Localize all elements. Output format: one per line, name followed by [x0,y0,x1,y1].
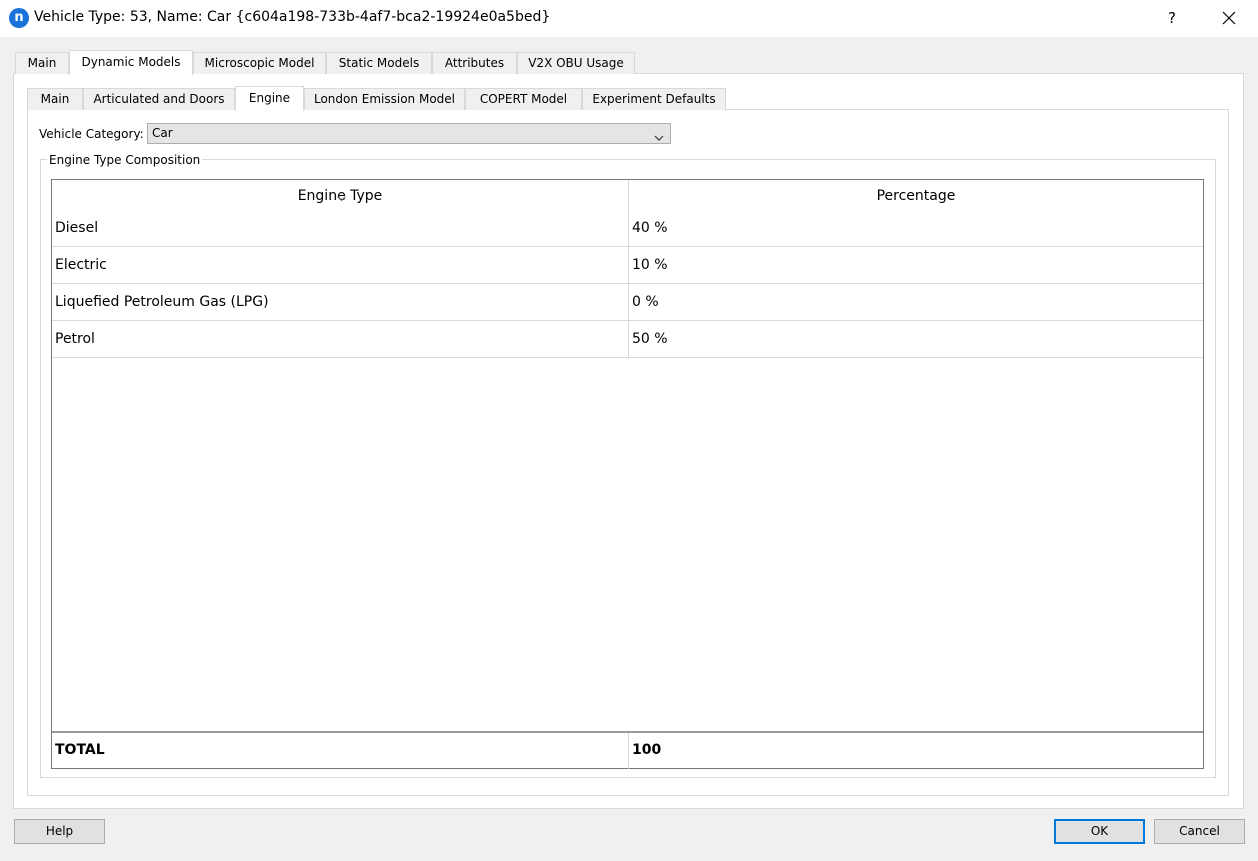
total-row: TOTAL 100 [52,731,1203,769]
column-header-engine-type[interactable]: Engine Type [52,180,628,214]
close-icon[interactable] [1216,7,1242,29]
total-value: 100 [628,733,1203,769]
engine-type-cell: Electric [55,257,107,273]
tab-engine[interactable]: Engine [235,86,304,111]
engine-type-cell: Liquefied Petroleum Gas (LPG) [55,294,269,310]
chevron-down-icon [654,129,664,148]
vehicle-category-label: Vehicle Category: [39,127,144,141]
vehicle-category-select[interactable]: Car [147,123,671,144]
tab-main[interactable]: Main [15,52,69,74]
percentage-cell[interactable]: 50 % [628,321,1203,357]
sort-indicator-icon [337,181,346,213]
percentage-cell[interactable]: 40 % [628,210,1203,246]
cancel-button[interactable]: Cancel [1154,819,1245,844]
engine-type-table: Engine Type Percentage Diesel 40 % Elect… [51,179,1204,769]
tab-attributes[interactable]: Attributes [432,52,517,74]
vehicle-category-value: Car [152,126,173,140]
group-title: Engine Type Composition [47,153,203,167]
table-row[interactable]: Diesel 40 % [52,210,1203,247]
engine-type-cell: Diesel [55,220,99,236]
percentage-cell[interactable]: 0 % [628,284,1203,320]
help-button[interactable]: Help [14,819,105,844]
tab-inner-main[interactable]: Main [27,88,83,110]
tab-articulated-and-doors[interactable]: Articulated and Doors [83,88,235,110]
column-header-percentage[interactable]: Percentage [629,180,1203,214]
tab-dynamic-models[interactable]: Dynamic Models [69,50,193,75]
engine-type-cell: Petrol [55,331,95,347]
ok-button[interactable]: OK [1054,819,1145,844]
tab-static-models[interactable]: Static Models [326,52,432,74]
tab-copert-model[interactable]: COPERT Model [465,88,582,110]
tab-experiment-defaults[interactable]: Experiment Defaults [582,88,726,110]
tab-microscopic-model[interactable]: Microscopic Model [193,52,326,74]
window-title: Vehicle Type: 53, Name: Car {c604a198-73… [34,9,551,25]
column-header-label: Percentage [876,188,956,204]
table-row[interactable]: Liquefied Petroleum Gas (LPG) 0 % [52,284,1203,321]
percentage-cell[interactable]: 10 % [628,247,1203,283]
title-bar: n Vehicle Type: 53, Name: Car {c604a198-… [0,0,1258,37]
tab-london-emission-model[interactable]: London Emission Model [304,88,465,110]
total-label: TOTAL [55,742,105,758]
table-row[interactable]: Electric 10 % [52,247,1203,284]
table-row[interactable]: Petrol 50 % [52,321,1203,358]
help-icon[interactable]: ? [1163,7,1181,29]
app-logo-icon: n [9,8,29,28]
tab-v2x-obu-usage[interactable]: V2X OBU Usage [517,52,635,74]
